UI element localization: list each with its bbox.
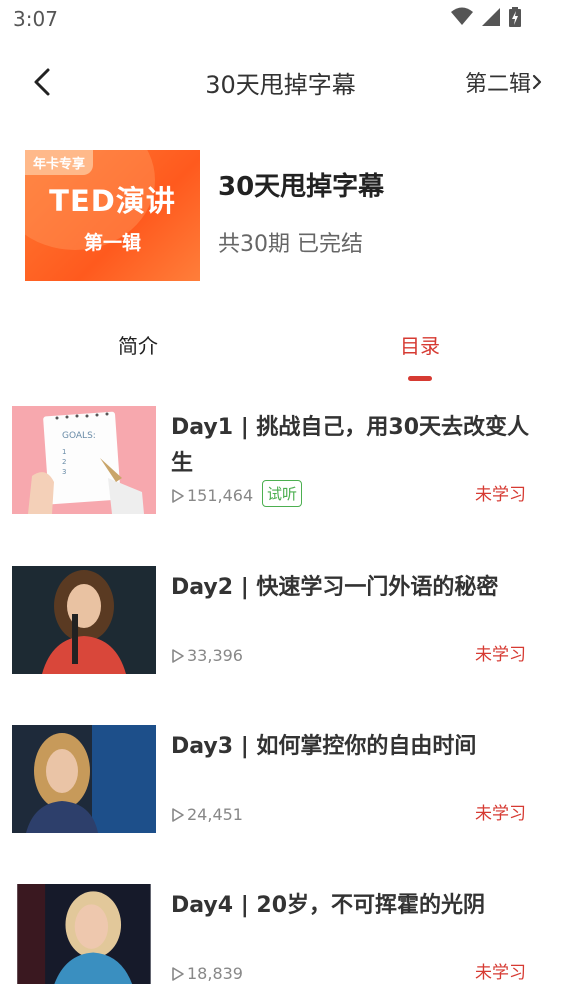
lesson-title: Day4 | 20岁，不可挥霍的光阴: [171, 893, 486, 918]
status-time: 3:07: [13, 7, 58, 31]
album-meta: 共30期 已完结: [218, 232, 363, 257]
play-icon: [172, 648, 184, 663]
battery-icon: [509, 7, 521, 27]
study-status: 未学习: [475, 485, 526, 505]
lesson-thumbnail: [12, 566, 156, 674]
lesson-title: Day1 | 挑战自己，用30天去改变人生: [171, 415, 530, 476]
cover-tag: 年卡专享: [25, 150, 94, 175]
album-title: 30天甩掉字幕: [218, 172, 385, 202]
top-nav: 30天甩掉字幕 第二辑: [0, 50, 561, 112]
cover-main-text: TED演讲: [49, 184, 176, 218]
svg-text:3: 3: [62, 468, 66, 476]
study-status: 未学习: [475, 804, 526, 824]
cover-sub-text: 第一辑: [83, 232, 141, 254]
svg-text:2: 2: [62, 458, 66, 466]
play-count: 33,396: [171, 646, 243, 665]
play-count: 151,464: [171, 486, 253, 505]
lesson-thumbnail: [17, 884, 151, 984]
lesson-item[interactable]: Day2 | 快速学习一门外语的秘密 33,396 未学习: [0, 566, 561, 676]
lesson-item[interactable]: GOALS: 1 2 3 Day1 | 挑战自己，用30天去改变人生 151,4…: [0, 406, 561, 516]
play-count-value: 33,396: [187, 646, 243, 665]
tab-catalog[interactable]: 目录: [400, 330, 440, 359]
chevron-right-icon: [532, 74, 542, 90]
next-volume-label: 第二辑: [464, 72, 531, 97]
study-status: 未学习: [475, 645, 526, 665]
tab-bar: 简介 目录: [0, 316, 561, 386]
lesson-item[interactable]: Day4 | 20岁，不可挥霍的光阴 18,839 未学习: [0, 884, 561, 994]
play-icon: [172, 966, 184, 981]
play-count: 24,451: [171, 805, 243, 824]
play-count: 18,839: [171, 964, 243, 983]
wifi-icon: [451, 7, 473, 25]
lesson-thumbnail: [12, 725, 156, 833]
lesson-thumbnail: GOALS: 1 2 3: [12, 406, 156, 514]
play-icon: [172, 807, 184, 822]
play-icon: [172, 488, 184, 503]
svg-text:GOALS:: GOALS:: [62, 431, 96, 441]
lesson-item[interactable]: Day3 | 如何掌控你的自由时间 24,451 未学习: [0, 725, 561, 835]
play-count-value: 151,464: [187, 486, 254, 505]
tab-intro[interactable]: 简介: [118, 330, 158, 359]
tab-active-indicator: [408, 376, 432, 381]
signal-icon: [482, 8, 500, 26]
album-cover: 年卡专享 TED演讲 第一辑: [25, 150, 200, 281]
status-bar: 3:07: [0, 0, 561, 40]
lesson-title: Day3 | 如何掌控你的自由时间: [171, 734, 477, 759]
lesson-title: Day2 | 快速学习一门外语的秘密: [171, 575, 499, 600]
trial-badge: 试听: [262, 480, 303, 507]
next-volume-button[interactable]: 第二辑: [465, 66, 543, 98]
play-count-value: 18,839: [187, 964, 243, 983]
svg-text:1: 1: [62, 448, 66, 456]
play-count-value: 24,451: [187, 805, 243, 824]
status-icons: [451, 7, 521, 27]
study-status: 未学习: [475, 963, 526, 983]
